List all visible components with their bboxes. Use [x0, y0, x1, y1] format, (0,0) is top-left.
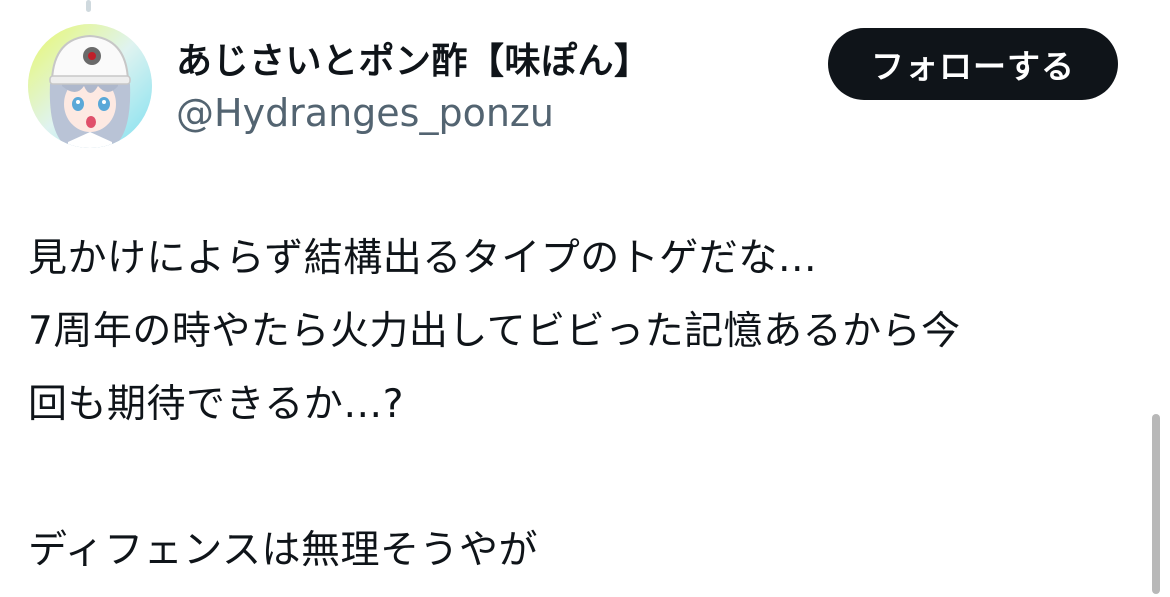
tweet-text-line: 回も期待できるか…? — [28, 382, 404, 427]
thread-connector-line — [86, 0, 91, 12]
author-display-name[interactable]: あじさいとポン酢【味ぽん】 — [176, 38, 651, 86]
follow-button[interactable]: フォローする — [828, 28, 1118, 100]
tweet-text-line: 7周年の時やたら火力出してビビった記憶あるから今 — [28, 309, 961, 354]
scrollbar-thumb[interactable] — [1152, 414, 1160, 594]
tweet-text-line: 見かけによらず結構出るタイプのトゲだな… — [28, 236, 818, 281]
avatar[interactable] — [28, 24, 152, 148]
anime-girl-helmet-avatar-icon — [28, 24, 152, 148]
tweet-screen: あじさいとポン酢【味ぽん】 @Hydranges_ponzu フォローする 見か… — [0, 0, 1170, 597]
tweet-text: 見かけによらず結構出るタイプのトゲだな… 7周年の時やたら火力出してビビった記憶… — [28, 222, 1138, 587]
author-handle[interactable]: @Hydranges_ponzu — [176, 88, 554, 138]
tweet-text-line: ディフェンスは無理そうやが — [28, 528, 538, 573]
